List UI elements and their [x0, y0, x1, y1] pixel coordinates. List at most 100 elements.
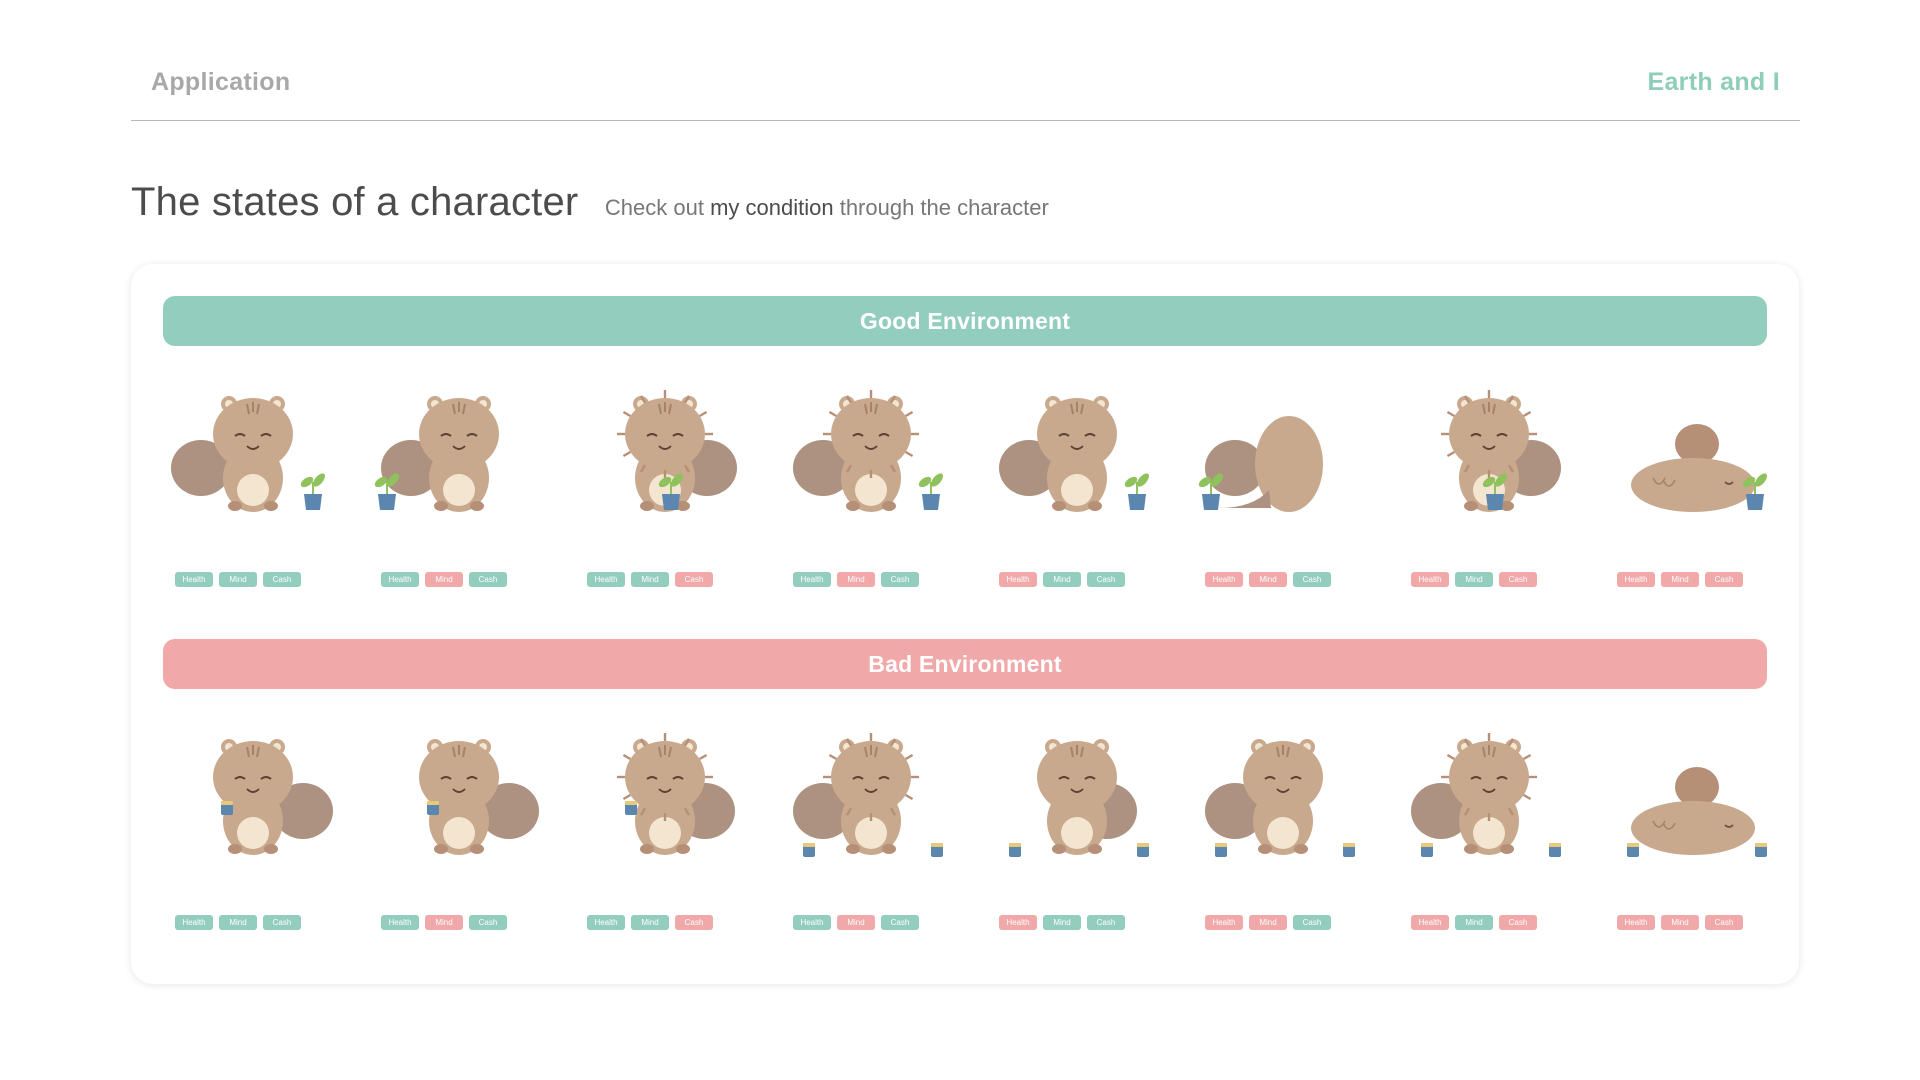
subtitle-emphasis: my condition — [710, 195, 834, 220]
cash-tag: Cash — [881, 572, 919, 587]
bad-character-3: Health Mind Cash — [575, 725, 755, 945]
mind-tag: Mind — [1661, 572, 1699, 587]
health-tag: Health — [1205, 915, 1243, 930]
page: Application Earth and I The states of a … — [0, 0, 1920, 1080]
squirrel-character-illustration — [1411, 733, 1561, 857]
mind-tag: Mind — [1661, 915, 1699, 930]
stat-tags: Health Mind Cash — [175, 572, 301, 588]
bad-character-2: Health Mind Cash — [369, 725, 549, 945]
mind-tag: Mind — [1249, 572, 1287, 587]
squirrel-character-illustration — [1205, 739, 1355, 857]
mind-tag: Mind — [219, 915, 257, 930]
cash-tag: Cash — [1705, 572, 1743, 587]
page-title: The states of a character — [131, 180, 579, 224]
cash-tag: Cash — [263, 915, 301, 930]
mind-tag: Mind — [631, 915, 669, 930]
squirrel-character-illustration — [1441, 390, 1561, 512]
mind-tag: Mind — [1455, 572, 1493, 587]
good-character-1: Health Mind Cash — [163, 382, 343, 602]
mind-tag: Mind — [1043, 572, 1081, 587]
stat-tags: Health Mind Cash — [1411, 915, 1537, 931]
application-label: Application — [151, 68, 291, 96]
subtitle-pre: Check out — [604, 195, 711, 220]
cash-tag: Cash — [881, 915, 919, 930]
cash-tag: Cash — [675, 915, 713, 930]
mind-tag: Mind — [1249, 915, 1287, 930]
bad-character-4: Health Mind Cash — [781, 725, 961, 945]
cash-tag: Cash — [1293, 572, 1331, 587]
squirrel-character-illustration — [999, 396, 1149, 512]
subtitle-post: through the character — [833, 195, 1049, 220]
squirrel-character-illustration — [419, 739, 539, 855]
health-tag: Health — [999, 572, 1037, 587]
health-tag: Health — [175, 915, 213, 930]
stat-tags: Health Mind Cash — [175, 915, 301, 931]
stat-tags: Health Mind Cash — [1205, 915, 1331, 931]
health-tag: Health — [793, 572, 831, 587]
squirrel-character-illustration — [617, 733, 735, 855]
stat-tags: Health Mind Cash — [999, 572, 1125, 588]
cash-tag: Cash — [1499, 915, 1537, 930]
good-character-8: Health Mind Cash — [1605, 382, 1785, 602]
bad-environment-row: Health Mind Cash Health Mind Cash Health Mind Ca… — [163, 725, 1767, 945]
cash-tag: Cash — [1087, 572, 1125, 587]
health-tag: Health — [1617, 915, 1655, 930]
mind-tag: Mind — [1043, 915, 1081, 930]
cash-tag: Cash — [469, 572, 507, 587]
brand-label: Earth and I — [1647, 68, 1780, 96]
cash-tag: Cash — [1705, 915, 1743, 930]
stat-tags: Health Mind Cash — [381, 915, 507, 931]
health-tag: Health — [1411, 915, 1449, 930]
good-environment-banner: Good Environment — [163, 296, 1767, 346]
good-character-3: Health Mind Cash — [575, 382, 755, 602]
good-character-4: Health Mind Cash — [781, 382, 961, 602]
health-tag: Health — [1205, 572, 1243, 587]
cash-tag: Cash — [263, 572, 301, 587]
health-tag: Health — [175, 572, 213, 587]
bad-character-1: Health Mind Cash — [163, 725, 343, 945]
stat-tags: Health Mind Cash — [1617, 915, 1743, 931]
stat-tags: Health Mind Cash — [1205, 572, 1331, 588]
bad-character-5: Health Mind Cash — [987, 725, 1167, 945]
bad-character-6: Health Mind Cash — [1193, 725, 1373, 945]
squirrel-character-illustration — [1627, 767, 1767, 857]
squirrel-character-illustration — [374, 396, 499, 512]
squirrel-character-illustration — [1198, 416, 1323, 512]
squirrel-character-illustration — [617, 390, 737, 512]
bad-character-8: Health Mind Cash — [1605, 725, 1785, 945]
health-tag: Health — [793, 915, 831, 930]
health-tag: Health — [999, 915, 1037, 930]
stat-tags: Health Mind Cash — [999, 915, 1125, 931]
health-tag: Health — [381, 572, 419, 587]
health-tag: Health — [1617, 572, 1655, 587]
squirrel-character-illustration — [171, 396, 325, 512]
good-character-7: Health Mind Cash — [1399, 382, 1579, 602]
squirrel-character-illustration — [1631, 424, 1767, 512]
mind-tag: Mind — [425, 915, 463, 930]
mind-tag: Mind — [425, 572, 463, 587]
mind-tag: Mind — [219, 572, 257, 587]
squirrel-character-illustration — [213, 739, 333, 855]
health-tag: Health — [381, 915, 419, 930]
stat-tags: Health Mind Cash — [1617, 572, 1743, 588]
good-character-6: Health Mind Cash — [1193, 382, 1373, 602]
good-character-5: Health Mind Cash — [987, 382, 1167, 602]
mind-tag: Mind — [837, 572, 875, 587]
squirrel-character-illustration — [793, 733, 943, 857]
squirrel-character-illustration — [793, 390, 943, 512]
good-environment-row: Health Mind Cash Health Mind Cash Health Mind Ca… — [163, 382, 1767, 602]
health-tag: Health — [1411, 572, 1449, 587]
stat-tags: Health Mind Cash — [587, 572, 713, 588]
mind-tag: Mind — [1455, 915, 1493, 930]
mind-tag: Mind — [837, 915, 875, 930]
top-bar: Application Earth and I — [131, 52, 1800, 121]
page-subtitle: Check out my condition through the chara… — [605, 195, 1049, 220]
stat-tags: Health Mind Cash — [1411, 572, 1537, 588]
health-tag: Health — [587, 915, 625, 930]
cash-tag: Cash — [1087, 915, 1125, 930]
stat-tags: Health Mind Cash — [793, 915, 919, 931]
mind-tag: Mind — [631, 572, 669, 587]
good-character-2: Health Mind Cash — [369, 382, 549, 602]
health-tag: Health — [587, 572, 625, 587]
stat-tags: Health Mind Cash — [793, 572, 919, 588]
